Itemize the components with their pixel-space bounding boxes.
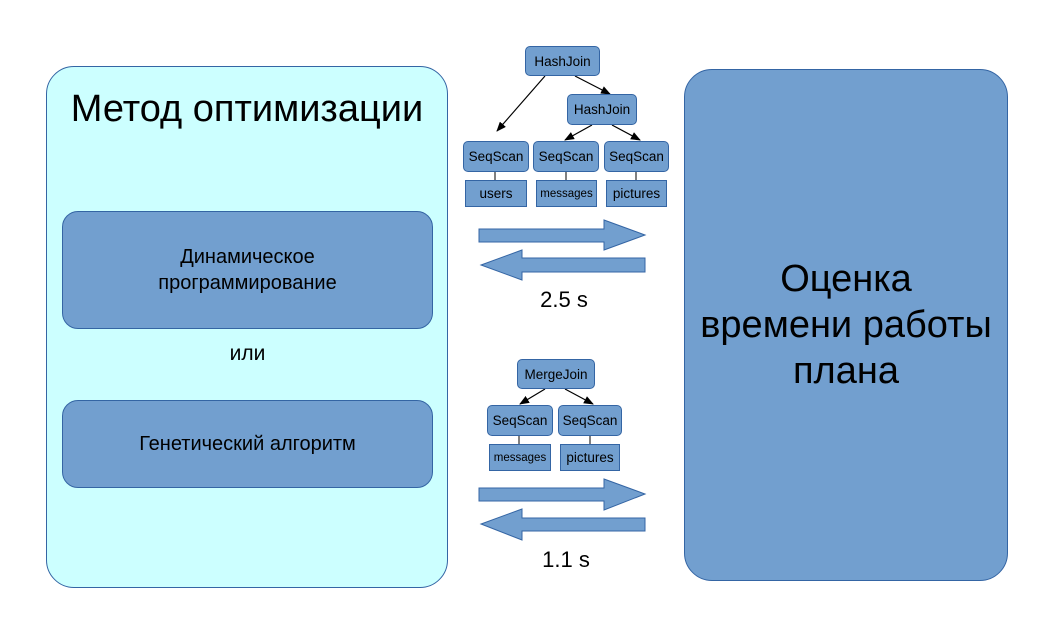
edge-inner-hashjoin-to-seqscan-messages — [564, 124, 593, 141]
arrow-left-plan2 — [479, 508, 646, 541]
arrow-left-plan1 — [479, 249, 646, 281]
plan1-seqscan-messages-node: SeqScan — [533, 141, 599, 172]
arrow-right-plan2 — [478, 478, 647, 511]
edge-mergejoin-to-seqscan-messages — [519, 388, 546, 405]
edge-hashjoin-to-inner-hashjoin — [574, 75, 611, 95]
plan1-table-messages: messages — [536, 180, 597, 207]
plan2-seqscan-pictures-node: SeqScan — [558, 405, 622, 436]
edge-inner-hashjoin-to-seqscan-pictures — [611, 124, 641, 141]
plan1-seqscan-pictures-node: SeqScan — [604, 141, 669, 172]
plan2-root-mergejoin-node: MergeJoin — [517, 359, 595, 389]
plan2-estimated-time: 1.1 s — [542, 547, 590, 572]
plan1-table-users: users — [465, 180, 527, 207]
plan1-inner-hashjoin-node: HashJoin — [567, 94, 637, 125]
plan1-estimated-time: 2.5 s — [540, 287, 588, 312]
plan2-table-messages: messages — [489, 444, 551, 471]
diagram-connectors — [478, 75, 647, 541]
arrow-right-plan1 — [478, 219, 647, 251]
plan2-table-pictures: pictures — [560, 444, 620, 471]
plan1-seqscan-users-node: SeqScan — [463, 141, 529, 172]
plan1-table-pictures: pictures — [606, 180, 667, 207]
edge-mergejoin-to-seqscan-pictures — [564, 388, 594, 405]
plan1-root-hashjoin-node: HashJoin — [525, 46, 600, 76]
edge-hashjoin-to-seqscan-users — [496, 75, 546, 132]
plan2-seqscan-messages-node: SeqScan — [487, 405, 553, 436]
